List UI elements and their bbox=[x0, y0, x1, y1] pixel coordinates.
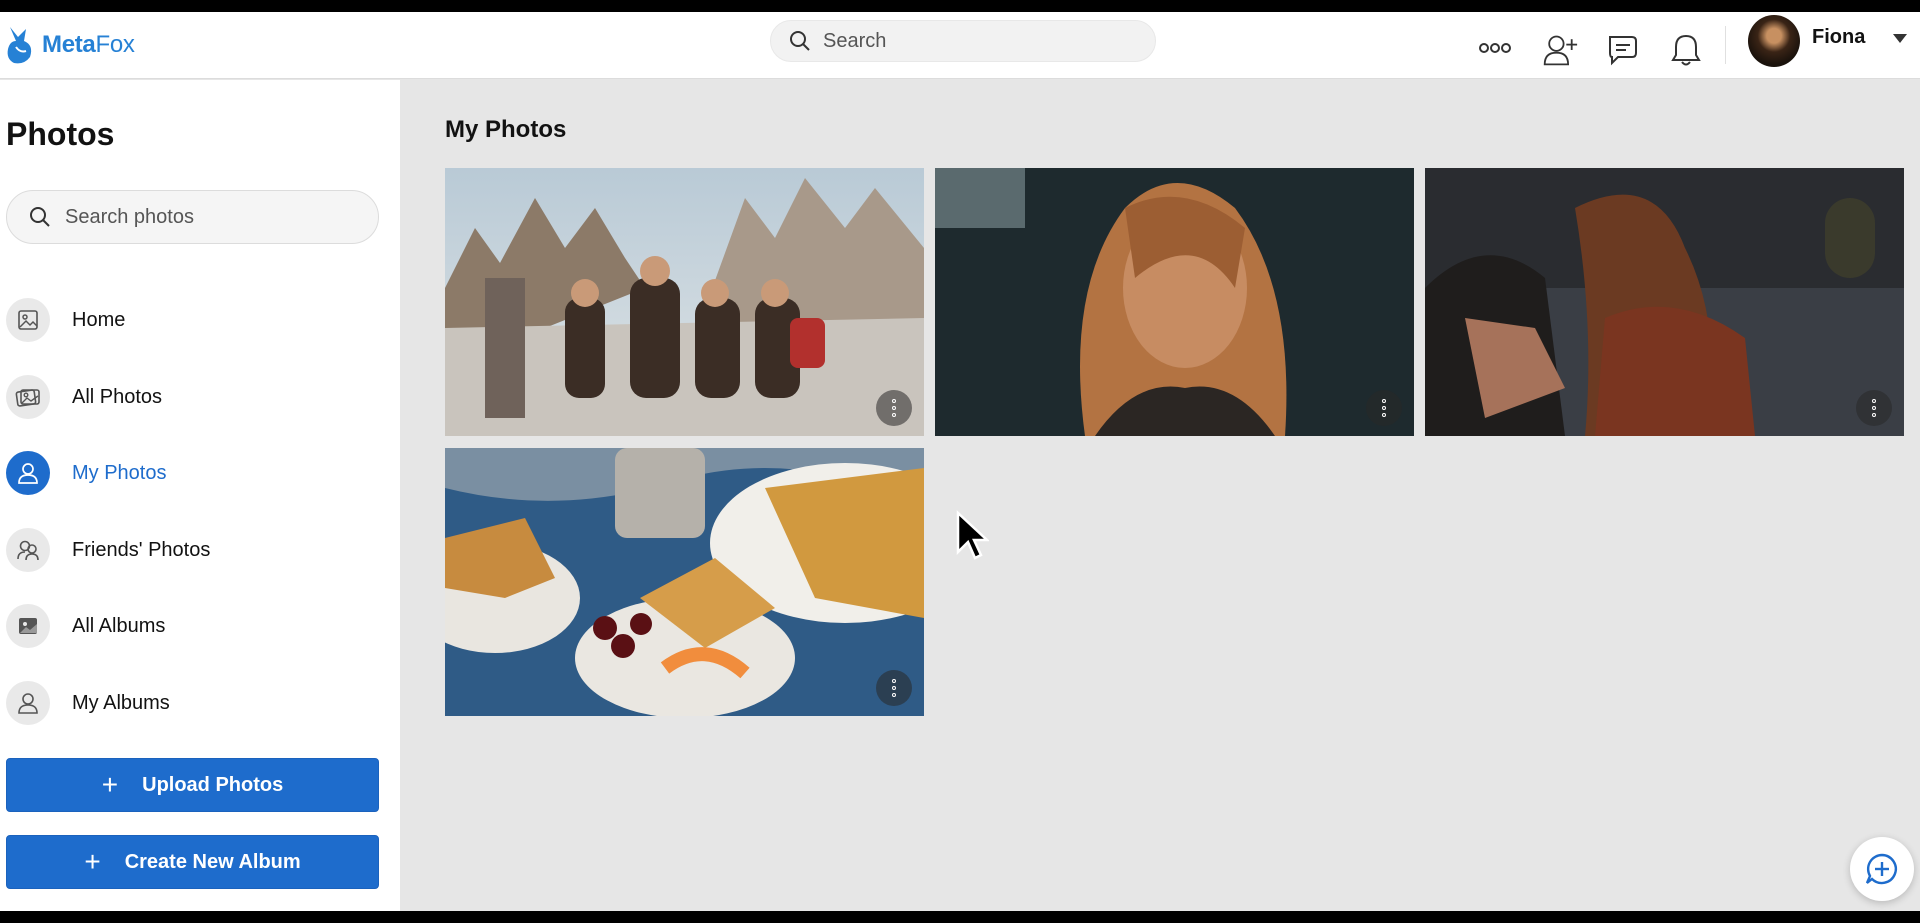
sidebar-item-label: My Albums bbox=[72, 691, 170, 714]
chat-plus-icon bbox=[1865, 853, 1897, 885]
sidebar-item-label: Home bbox=[72, 308, 126, 331]
sidebar-item-all-albums[interactable]: All Albums bbox=[6, 601, 386, 651]
user-name[interactable]: Fiona bbox=[1812, 26, 1865, 49]
photo-search-input[interactable] bbox=[65, 205, 365, 229]
photo-card[interactable] bbox=[445, 448, 924, 716]
photo-icon bbox=[6, 298, 50, 342]
new-chat-button[interactable] bbox=[1850, 837, 1914, 901]
create-new-album-button[interactable]: + Create New Album bbox=[6, 835, 379, 889]
photo-thumbnail bbox=[445, 168, 924, 436]
chat-icon[interactable] bbox=[1606, 32, 1642, 68]
album-icon bbox=[6, 604, 50, 648]
brand-name: MetaFox bbox=[42, 31, 135, 58]
user-icon bbox=[6, 681, 50, 725]
upload-photos-button[interactable]: + Upload Photos bbox=[6, 758, 379, 812]
upload-photos-label: Upload Photos bbox=[142, 773, 284, 796]
search-icon bbox=[30, 207, 50, 227]
photo-more-options-button[interactable] bbox=[876, 390, 912, 426]
metafox-logo[interactable]: MetaFox bbox=[4, 20, 135, 70]
more-icon[interactable] bbox=[1477, 30, 1513, 66]
photo-card[interactable] bbox=[935, 168, 1414, 436]
fox-logo-icon bbox=[7, 27, 32, 64]
header-divider bbox=[1725, 26, 1726, 64]
photo-card[interactable] bbox=[445, 168, 924, 436]
global-search-input[interactable] bbox=[823, 29, 1123, 53]
notification-bell-icon[interactable] bbox=[1668, 32, 1704, 68]
top-bar: MetaFox Fiona bbox=[0, 12, 1920, 79]
photo-card[interactable] bbox=[1425, 168, 1904, 436]
sidebar-title: Photos bbox=[6, 116, 115, 152]
caret-down-icon[interactable] bbox=[1893, 34, 1907, 43]
page-title: My Photos bbox=[445, 116, 567, 143]
sidebar-item-home[interactable]: Home bbox=[6, 295, 386, 345]
search-icon bbox=[790, 31, 810, 51]
sidebar: Photos Home All Photos My Photos bbox=[0, 80, 400, 911]
mouse-cursor-icon bbox=[956, 510, 989, 560]
sidebar-item-friends-photos[interactable]: Friends' Photos bbox=[6, 525, 386, 575]
user-avatar[interactable] bbox=[1748, 15, 1800, 67]
sidebar-item-label: All Photos bbox=[72, 385, 163, 408]
photo-more-options-button[interactable] bbox=[1856, 390, 1892, 426]
friends-icon bbox=[6, 528, 50, 572]
sidebar-item-my-photos[interactable]: My Photos bbox=[6, 448, 386, 498]
photo-more-options-button[interactable] bbox=[876, 670, 912, 706]
create-new-album-label: Create New Album bbox=[124, 850, 301, 873]
add-friend-icon[interactable] bbox=[1542, 32, 1578, 68]
photo-thumbnail bbox=[935, 168, 1414, 436]
app-window: MetaFox Fiona Photos bbox=[0, 12, 1920, 911]
sidebar-item-label: Friends' Photos bbox=[72, 538, 211, 561]
sidebar-item-my-albums[interactable]: My Albums bbox=[6, 678, 386, 728]
sidebar-item-label: My Photos bbox=[72, 461, 167, 484]
sidebar-item-label: All Albums bbox=[72, 614, 166, 637]
photo-thumbnail bbox=[445, 448, 924, 716]
plus-icon: + bbox=[101, 769, 119, 800]
photos-stack-icon bbox=[6, 375, 50, 419]
global-search[interactable] bbox=[770, 20, 1156, 62]
photo-search[interactable] bbox=[6, 190, 379, 244]
user-icon bbox=[6, 451, 50, 495]
photo-more-options-button[interactable] bbox=[1366, 390, 1402, 426]
plus-icon: + bbox=[84, 846, 101, 877]
photo-thumbnail bbox=[1425, 168, 1904, 436]
sidebar-item-all-photos[interactable]: All Photos bbox=[6, 372, 386, 422]
